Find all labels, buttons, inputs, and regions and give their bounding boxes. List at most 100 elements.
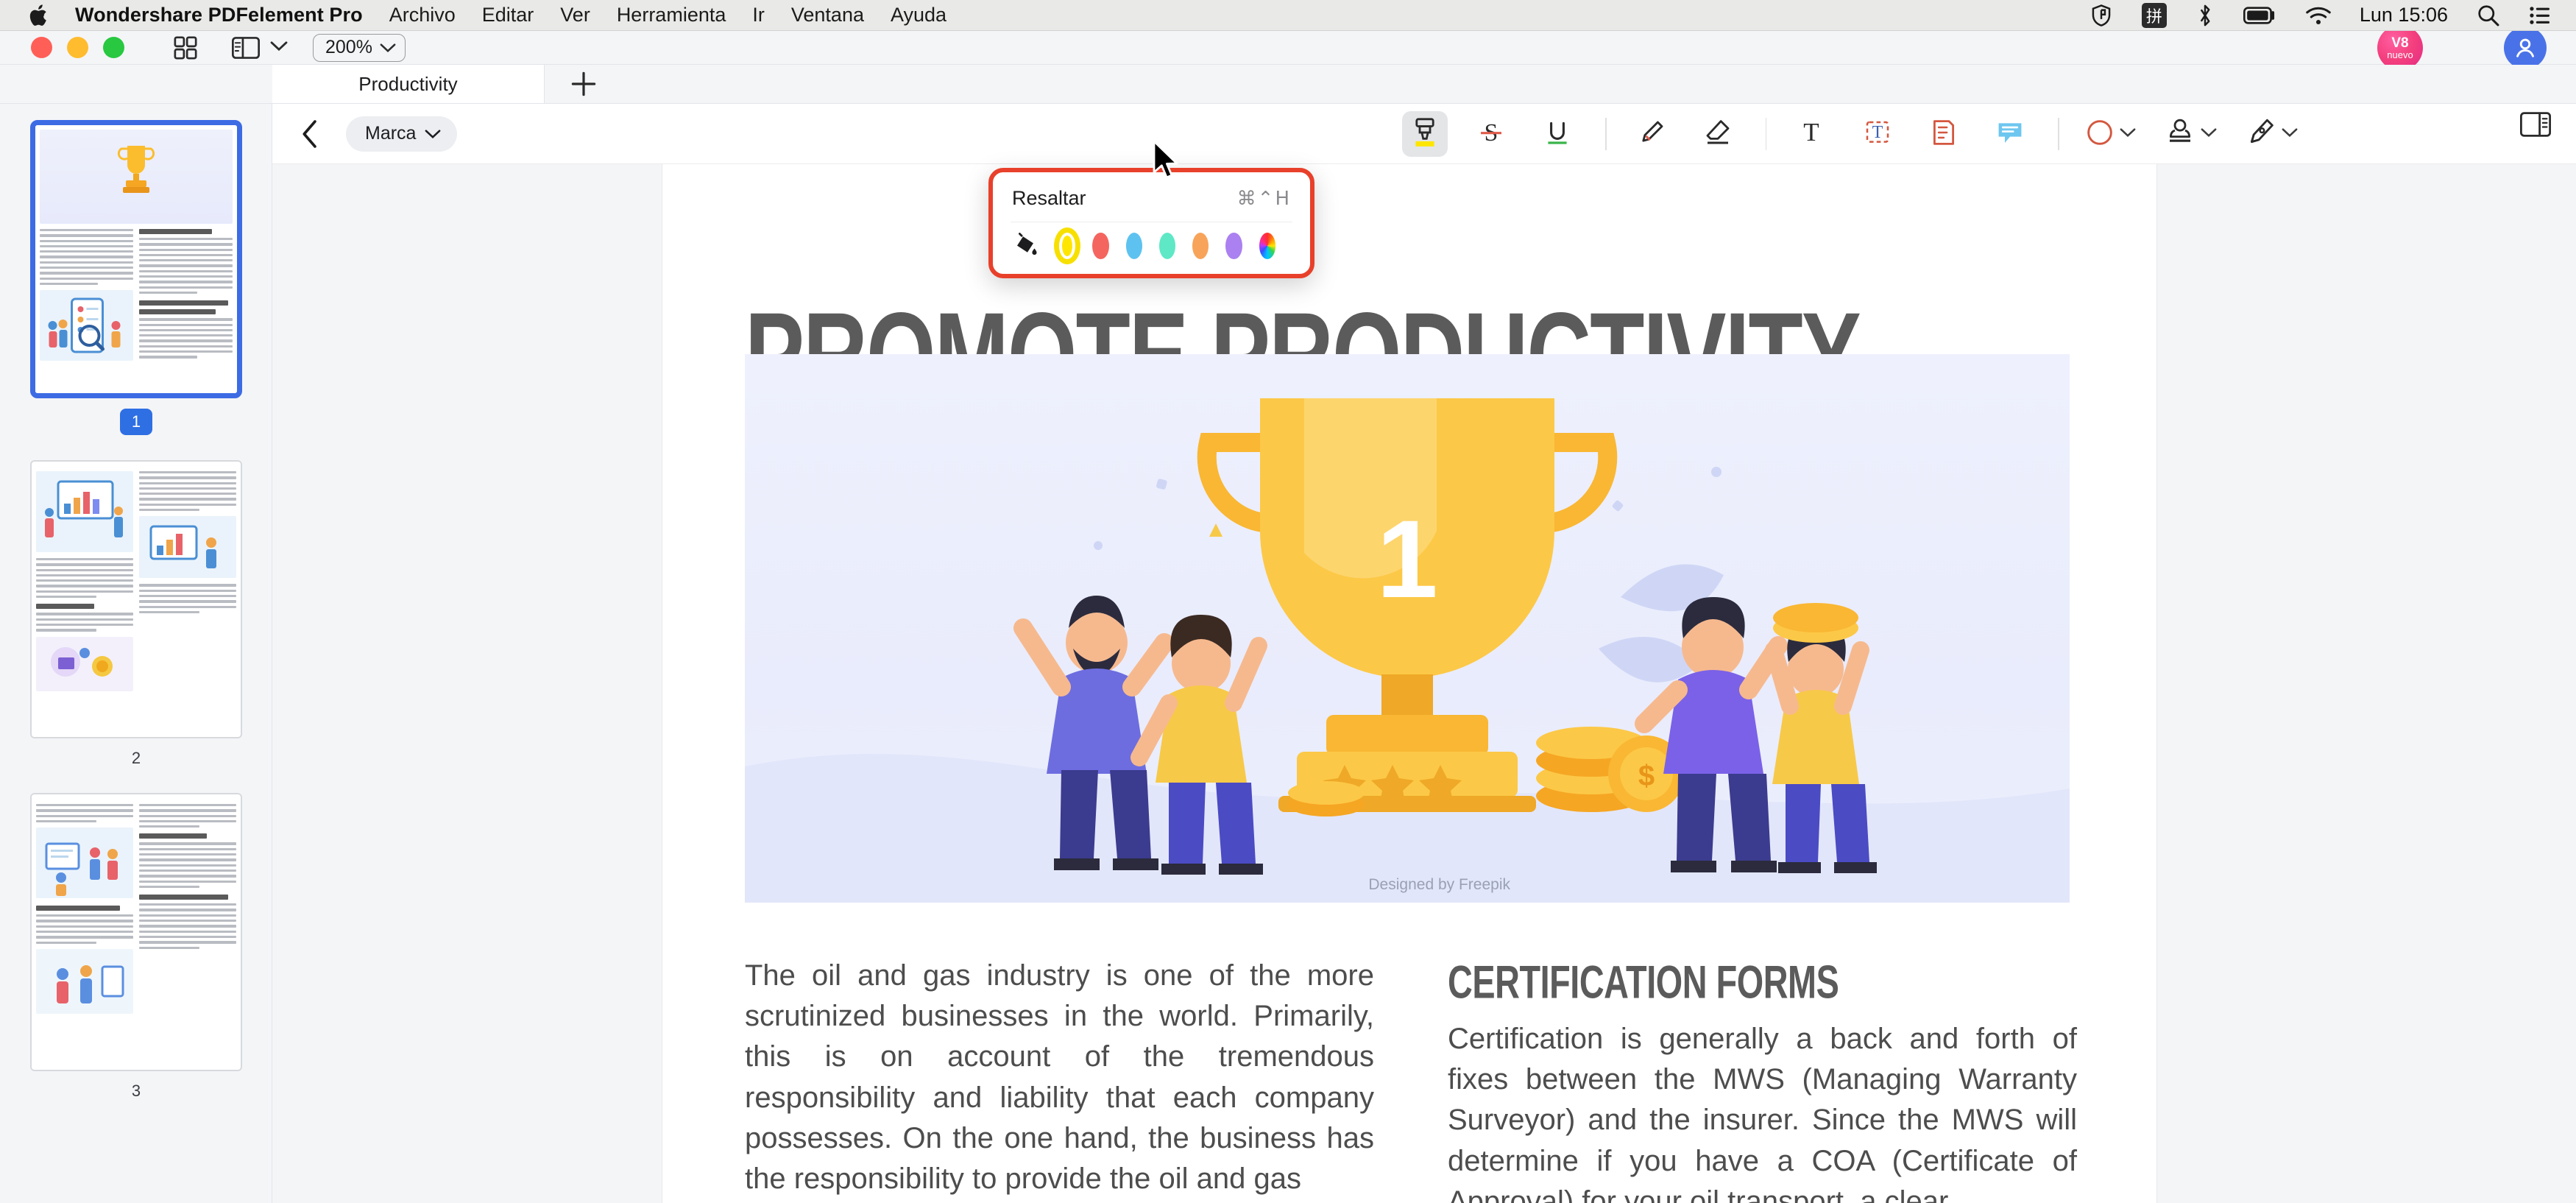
avatar[interactable] — [2504, 26, 2547, 69]
swatch-purple[interactable] — [1225, 233, 1242, 259]
mini-illustration — [36, 636, 133, 691]
battery-icon[interactable] — [2243, 6, 2276, 24]
menu-ventana[interactable]: Ventana — [791, 4, 864, 27]
underline-icon — [1543, 117, 1572, 152]
menu-herramienta[interactable]: Herramienta — [617, 4, 726, 27]
wifi-icon[interactable] — [2305, 5, 2332, 26]
swatch-red[interactable] — [1092, 233, 1109, 259]
mode-selector-marca[interactable]: Marca — [346, 116, 458, 152]
zoom-button[interactable] — [103, 37, 124, 58]
tab-strip-spacer — [0, 65, 272, 103]
promo-badge[interactable]: V8 nuevo — [2377, 24, 2423, 71]
menu-archivo[interactable]: Archivo — [389, 4, 456, 27]
mac-menu-bar: Wondershare PDFelement Pro Archivo Edita… — [0, 0, 2576, 31]
window-titlebar: 200% V8 nuevo — [0, 24, 2576, 71]
thumbnail-item-3[interactable]: 3 — [0, 793, 272, 1126]
toolbar-divider — [2058, 118, 2059, 150]
page-thumbnail[interactable] — [30, 120, 242, 398]
stamp-icon — [2165, 117, 2195, 152]
tab-productivity[interactable]: Productivity — [272, 65, 545, 103]
paint-bucket-icon[interactable] — [1012, 231, 1038, 258]
pdf-page[interactable]: PROMOTE PRODUCTIVITY — [662, 164, 2156, 1203]
promo-badge-line1: V8 — [2391, 35, 2409, 51]
app-window: 200% V8 nuevo Productivity Marca S T T 1… — [0, 24, 2576, 1203]
swatch-blue[interactable] — [1125, 233, 1142, 259]
document-column-left: The oil and gas industry is one of the m… — [745, 956, 1374, 1203]
mini-illustration — [40, 290, 133, 361]
sidebar-layout-icon[interactable] — [232, 36, 288, 60]
document-viewport[interactable]: PROMOTE PRODUCTIVITY — [272, 164, 2576, 1203]
shape-tool[interactable] — [2081, 111, 2140, 157]
mini-columns — [36, 804, 236, 1014]
annotation-toolbar: Marca S T T — [272, 104, 2576, 164]
signature-tool[interactable] — [2242, 111, 2302, 157]
toolbar-divider — [1765, 118, 1766, 150]
strikethrough-tool[interactable]: S — [1468, 111, 1514, 157]
note-icon — [1929, 117, 1958, 152]
input-method-icon[interactable]: 拼 — [2141, 2, 2167, 28]
chevron-down-icon[interactable] — [270, 40, 288, 55]
page-thumbnail-sidebar[interactable]: 1 2 3 — [0, 104, 272, 1203]
shield-icon[interactable] — [2090, 4, 2112, 27]
swatch-orange[interactable] — [1192, 233, 1209, 259]
mini-column-left — [36, 804, 133, 1014]
text-box-tool[interactable]: T — [1855, 111, 1900, 157]
menu-ayuda[interactable]: Ayuda — [891, 4, 946, 27]
menu-ir[interactable]: Ir — [752, 4, 765, 27]
swatch-yellow[interactable] — [1059, 233, 1076, 259]
mini-illustration — [36, 828, 133, 899]
right-column-heading: CERTIFICATION FORMS — [1448, 956, 1839, 1009]
comment-bubble-icon — [1995, 117, 2025, 152]
menubar-clock[interactable]: Lun 15:06 — [2360, 4, 2448, 27]
thumbnail-item-1[interactable]: 1 — [0, 120, 272, 460]
page-number-badge: 3 — [131, 1082, 141, 1100]
zoom-level-select[interactable]: 200% — [313, 33, 406, 62]
titlebar-right-actions: V8 nuevo — [2377, 24, 2576, 71]
menubar-app-name[interactable]: Wondershare PDFelement Pro — [75, 4, 363, 27]
menu-ver[interactable]: Ver — [560, 4, 590, 27]
underline-tool[interactable] — [1535, 111, 1580, 157]
highlighter-icon — [1410, 117, 1440, 152]
minimize-button[interactable] — [67, 37, 88, 58]
right-panel-toggle-icon[interactable] — [2520, 111, 2551, 141]
apple-icon[interactable] — [28, 3, 50, 28]
thumbnail-item-2[interactable]: 2 — [0, 460, 272, 793]
mini-trophy-icon — [117, 146, 155, 193]
swatch-custom-color-wheel[interactable] — [1259, 233, 1275, 259]
control-center-icon[interactable] — [2529, 6, 2551, 25]
mini-column-right — [139, 804, 236, 1014]
mini-column-left — [40, 229, 133, 361]
signature-pen-icon — [2246, 117, 2276, 152]
stamp-tool[interactable] — [2161, 111, 2221, 157]
promo-badge-line2: nuevo — [2387, 49, 2413, 60]
eraser-tool[interactable] — [1695, 111, 1741, 157]
menu-editar[interactable]: Editar — [482, 4, 534, 27]
grid-view-icon[interactable] — [173, 35, 198, 60]
mini-column-left — [36, 471, 133, 691]
tab-strip: Productivity — [0, 65, 2576, 104]
swatch-mint[interactable] — [1158, 233, 1176, 259]
page-thumbnail[interactable] — [30, 793, 242, 1071]
close-button[interactable] — [31, 37, 52, 58]
mini-illustration — [139, 516, 236, 579]
chevron-down-icon — [425, 123, 441, 144]
toolbar-divider — [1605, 118, 1607, 150]
note-tool[interactable] — [1921, 111, 1967, 157]
text-tool[interactable]: T — [1788, 111, 1834, 157]
mini-columns — [36, 471, 236, 691]
search-icon[interactable] — [2477, 4, 2499, 27]
highlight-color-popover[interactable]: Resaltar ⌘⌃H — [988, 168, 1314, 278]
popover-title: Resaltar — [1012, 187, 1086, 209]
mini-hero-image — [40, 130, 233, 224]
page-thumbnail[interactable] — [30, 460, 242, 738]
mode-selector-label: Marca — [365, 123, 417, 144]
right-column-text: Certification is generally a back and fo… — [1448, 1023, 2077, 1203]
highlight-tool[interactable] — [1402, 111, 1448, 157]
hero-illustration: 1 $ Designed by Freepik — [745, 354, 2070, 903]
back-button[interactable] — [300, 119, 319, 149]
chevron-down-icon — [380, 37, 396, 58]
bluetooth-icon[interactable] — [2196, 3, 2214, 28]
marker-pen-tool[interactable] — [1629, 111, 1674, 157]
comment-tool[interactable] — [1987, 111, 2033, 157]
new-tab-button[interactable] — [545, 65, 622, 103]
